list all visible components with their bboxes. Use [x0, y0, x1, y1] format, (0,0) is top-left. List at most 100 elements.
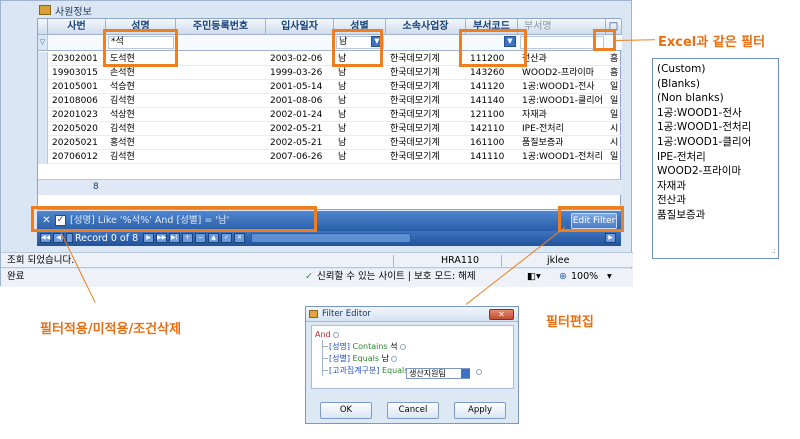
- filter-list-item[interactable]: WOOD2-프라이마: [657, 164, 774, 179]
- table-cell[interactable]: WOOD2-프라이마: [518, 66, 606, 80]
- add-condition-icon[interactable]: [332, 331, 339, 338]
- apply-button[interactable]: Apply: [454, 402, 506, 419]
- filter-list-item[interactable]: (Custom): [657, 62, 774, 77]
- cancel-record-icon[interactable]: ✕: [234, 233, 245, 243]
- condition-field[interactable]: [고과집계구분]: [329, 366, 379, 375]
- condition-field[interactable]: [성명]: [329, 342, 350, 351]
- table-cell[interactable]: 남: [334, 66, 386, 80]
- group-operator[interactable]: And: [315, 329, 339, 340]
- row-indicator[interactable]: [38, 122, 48, 136]
- table-row[interactable]: 20205020 김석현 2002-05-21 남 한국데모기계 142110 IPE-전처…: [38, 122, 622, 136]
- zoom-dropdown-icon[interactable]: ▾: [607, 269, 612, 285]
- table-cell[interactable]: 일: [606, 150, 622, 164]
- edit-record-icon[interactable]: ▲: [208, 233, 219, 243]
- filter-list-item[interactable]: 품질보증과: [657, 208, 774, 223]
- table-cell[interactable]: 141110: [466, 150, 518, 164]
- resize-grip-icon[interactable]: .:: [772, 246, 776, 255]
- table-cell[interactable]: 한국데모기계: [386, 150, 466, 164]
- table-cell[interactable]: 20706012: [48, 150, 106, 164]
- header-site[interactable]: 소속사업장: [386, 19, 466, 35]
- zoom-level[interactable]: 100%: [571, 269, 598, 285]
- table-row[interactable]: 20706012 김석현 2007-06-26 남 한국데모기계 141110 1공:WOO…: [38, 150, 622, 164]
- remove-condition-icon[interactable]: [399, 343, 406, 350]
- table-cell[interactable]: 석승현: [106, 80, 176, 94]
- table-cell[interactable]: 20302001: [48, 52, 106, 66]
- table-cell[interactable]: 한국데모기계: [386, 66, 466, 80]
- horizontal-scrollbar[interactable]: [251, 233, 411, 243]
- remove-condition-icon[interactable]: [476, 368, 482, 375]
- cancel-button[interactable]: Cancel: [387, 402, 439, 419]
- last-record-icon[interactable]: ▶|: [169, 233, 180, 243]
- condition-operator[interactable]: Equals: [382, 366, 409, 375]
- table-cell[interactable]: 19903015: [48, 66, 106, 80]
- filter-list-item[interactable]: (Non blanks): [657, 91, 774, 106]
- first-record-icon[interactable]: ◀◀: [40, 233, 51, 243]
- header-join-date[interactable]: 입사일자: [266, 19, 334, 35]
- header-ssn[interactable]: 주민등록번호: [176, 19, 266, 35]
- table-cell[interactable]: 시: [606, 122, 622, 136]
- row-indicator[interactable]: [38, 80, 48, 94]
- next-record-icon[interactable]: ▶: [143, 233, 154, 243]
- table-cell[interactable]: 품질보증과: [518, 136, 606, 150]
- table-cell[interactable]: 2003-02-06: [266, 52, 334, 66]
- table-cell[interactable]: 20105001: [48, 80, 106, 94]
- condition-operator[interactable]: Contains: [353, 342, 388, 351]
- condition-value[interactable]: 석: [390, 342, 397, 351]
- condition-row[interactable]: [고과집계구분] Equals: [329, 365, 408, 376]
- value-filter-list[interactable]: (Custom) (Blanks) (Non blanks) 1공:WOOD1-전사 1…: [652, 58, 779, 259]
- table-cell[interactable]: 141120: [466, 80, 518, 94]
- table-cell[interactable]: 김석현: [106, 94, 176, 108]
- table-cell[interactable]: 1공:WOOD1-클리어: [518, 94, 606, 108]
- table-cell[interactable]: 2007-06-26: [266, 150, 334, 164]
- table-cell[interactable]: 20108006: [48, 94, 106, 108]
- filter-list-item[interactable]: 1공:WOOD1-전처리: [657, 120, 774, 135]
- row-indicator[interactable]: [38, 150, 48, 164]
- filter-tree[interactable]: And [성명] Contains 석 [성별] Equals 남 [고과집계구…: [311, 325, 514, 389]
- condition-operator[interactable]: Equals: [353, 354, 380, 363]
- table-row[interactable]: 20105001 석승현 2001-05-14 남 한국데모기계 141120 1공:WOO…: [38, 80, 622, 94]
- table-cell[interactable]: 흠: [606, 52, 622, 66]
- table-cell[interactable]: 김석현: [106, 122, 176, 136]
- delete-record-icon[interactable]: −: [195, 233, 206, 243]
- table-cell[interactable]: 한국데모기계: [386, 80, 466, 94]
- table-cell[interactable]: 한국데모기계: [386, 94, 466, 108]
- table-cell[interactable]: 20201023: [48, 108, 106, 122]
- filter-list-item[interactable]: 자재과: [657, 179, 774, 194]
- header-id[interactable]: 사번: [48, 19, 106, 35]
- table-cell[interactable]: 남: [334, 108, 386, 122]
- post-record-icon[interactable]: ✓: [221, 233, 232, 243]
- table-cell[interactable]: 2002-05-21: [266, 136, 334, 150]
- table-cell[interactable]: 161100: [466, 136, 518, 150]
- filter-list-item[interactable]: 전산과: [657, 193, 774, 208]
- table-cell[interactable]: 1공:WOOD1-전처리: [518, 150, 606, 164]
- table-row[interactable]: 19903015 손석현 1999-03-26 남 한국데모기계 143260 WOOD2-…: [38, 66, 622, 80]
- table-cell[interactable]: 남: [334, 94, 386, 108]
- table-cell[interactable]: 한국데모기계: [386, 52, 466, 66]
- table-cell[interactable]: 20205021: [48, 136, 106, 150]
- and-operator[interactable]: And: [315, 330, 331, 339]
- table-cell[interactable]: 일: [606, 108, 622, 122]
- condition-row[interactable]: [성명] Contains 석: [329, 341, 406, 352]
- table-cell[interactable]: IPE-전처리: [518, 122, 606, 136]
- table-cell[interactable]: 남: [334, 80, 386, 94]
- table-cell[interactable]: 2001-08-06: [266, 94, 334, 108]
- table-cell[interactable]: 1공:WOOD1-전사: [518, 80, 606, 94]
- prev-record-icon[interactable]: [66, 233, 73, 243]
- table-cell[interactable]: 한국데모기계: [386, 108, 466, 122]
- table-cell[interactable]: 일: [606, 94, 622, 108]
- filter-list-item[interactable]: 1공:WOOD1-전사: [657, 106, 774, 121]
- row-indicator[interactable]: [38, 136, 48, 150]
- table-cell[interactable]: 일: [606, 80, 622, 94]
- dept-name-filter-input[interactable]: [520, 36, 604, 49]
- table-cell[interactable]: 홍석현: [106, 136, 176, 150]
- table-cell[interactable]: 20205020: [48, 122, 106, 136]
- ok-button[interactable]: OK: [320, 402, 372, 419]
- protected-mode-icon[interactable]: ◧▾: [527, 269, 541, 285]
- table-row[interactable]: 20201023 석상현 2002-01-24 남 한국데모기계 121100 자재과 일: [38, 108, 622, 122]
- close-icon[interactable]: ✕: [489, 309, 514, 320]
- table-cell[interactable]: 2002-01-24: [266, 108, 334, 122]
- condition-field[interactable]: [성별]: [329, 354, 350, 363]
- table-cell[interactable]: 121100: [466, 108, 518, 122]
- row-indicator[interactable]: [38, 52, 48, 66]
- chevron-down-icon[interactable]: [461, 369, 470, 378]
